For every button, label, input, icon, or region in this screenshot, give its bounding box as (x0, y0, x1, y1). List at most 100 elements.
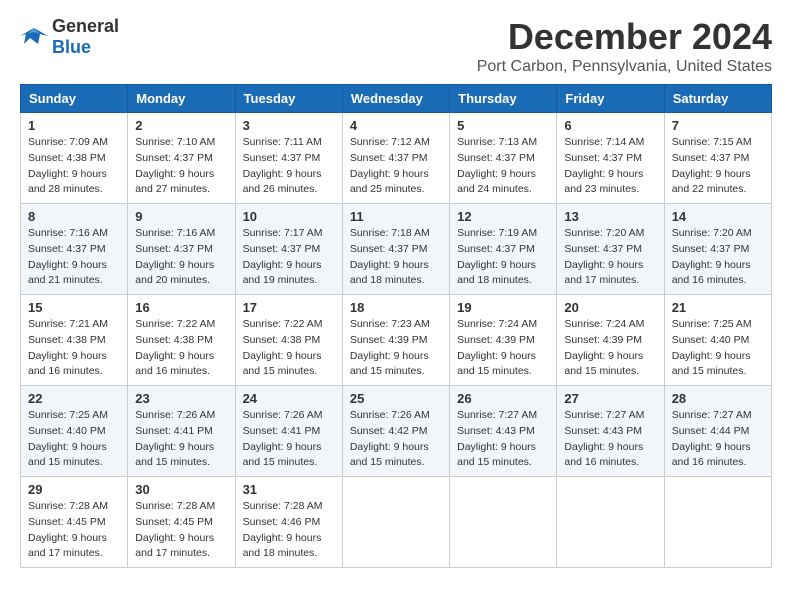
day-number: 23 (135, 391, 227, 406)
day-number: 5 (457, 118, 549, 133)
calendar-cell: 12 Sunrise: 7:19 AM Sunset: 4:37 PM Dayl… (450, 204, 557, 295)
day-number: 4 (350, 118, 442, 133)
calendar-cell: 17 Sunrise: 7:22 AM Sunset: 4:38 PM Dayl… (235, 295, 342, 386)
header: General Blue December 2024 Port Carbon, … (20, 16, 772, 76)
title-area: December 2024 Port Carbon, Pennsylvania,… (477, 16, 772, 76)
day-info: Sunrise: 7:23 AM Sunset: 4:39 PM Dayligh… (350, 317, 442, 380)
day-number: 24 (243, 391, 335, 406)
logo: General Blue (20, 16, 119, 58)
calendar-cell: 21 Sunrise: 7:25 AM Sunset: 4:40 PM Dayl… (664, 295, 771, 386)
calendar-table: SundayMondayTuesdayWednesdayThursdayFrid… (20, 84, 772, 568)
day-info: Sunrise: 7:27 AM Sunset: 4:44 PM Dayligh… (672, 408, 764, 471)
day-number: 3 (243, 118, 335, 133)
day-info: Sunrise: 7:28 AM Sunset: 4:45 PM Dayligh… (135, 499, 227, 562)
calendar-cell: 23 Sunrise: 7:26 AM Sunset: 4:41 PM Dayl… (128, 386, 235, 477)
day-number: 13 (564, 209, 656, 224)
calendar-cell (557, 477, 664, 568)
day-info: Sunrise: 7:28 AM Sunset: 4:46 PM Dayligh… (243, 499, 335, 562)
calendar-cell: 2 Sunrise: 7:10 AM Sunset: 4:37 PM Dayli… (128, 113, 235, 204)
day-number: 8 (28, 209, 120, 224)
day-number: 29 (28, 482, 120, 497)
day-info: Sunrise: 7:20 AM Sunset: 4:37 PM Dayligh… (564, 226, 656, 289)
calendar-cell: 30 Sunrise: 7:28 AM Sunset: 4:45 PM Dayl… (128, 477, 235, 568)
day-info: Sunrise: 7:25 AM Sunset: 4:40 PM Dayligh… (672, 317, 764, 380)
day-info: Sunrise: 7:17 AM Sunset: 4:37 PM Dayligh… (243, 226, 335, 289)
calendar-header-row: SundayMondayTuesdayWednesdayThursdayFrid… (21, 85, 772, 113)
calendar-cell: 20 Sunrise: 7:24 AM Sunset: 4:39 PM Dayl… (557, 295, 664, 386)
calendar-cell: 22 Sunrise: 7:25 AM Sunset: 4:40 PM Dayl… (21, 386, 128, 477)
main-title: December 2024 (477, 16, 772, 58)
calendar-cell: 10 Sunrise: 7:17 AM Sunset: 4:37 PM Dayl… (235, 204, 342, 295)
day-info: Sunrise: 7:22 AM Sunset: 4:38 PM Dayligh… (135, 317, 227, 380)
calendar-cell: 28 Sunrise: 7:27 AM Sunset: 4:44 PM Dayl… (664, 386, 771, 477)
calendar-cell (664, 477, 771, 568)
calendar-header-wednesday: Wednesday (342, 85, 449, 113)
calendar-cell: 1 Sunrise: 7:09 AM Sunset: 4:38 PM Dayli… (21, 113, 128, 204)
calendar-cell: 18 Sunrise: 7:23 AM Sunset: 4:39 PM Dayl… (342, 295, 449, 386)
calendar-week-row: 8 Sunrise: 7:16 AM Sunset: 4:37 PM Dayli… (21, 204, 772, 295)
day-number: 14 (672, 209, 764, 224)
subtitle: Port Carbon, Pennsylvania, United States (477, 58, 772, 76)
day-info: Sunrise: 7:24 AM Sunset: 4:39 PM Dayligh… (457, 317, 549, 380)
day-info: Sunrise: 7:25 AM Sunset: 4:40 PM Dayligh… (28, 408, 120, 471)
day-info: Sunrise: 7:09 AM Sunset: 4:38 PM Dayligh… (28, 135, 120, 198)
calendar-cell: 4 Sunrise: 7:12 AM Sunset: 4:37 PM Dayli… (342, 113, 449, 204)
day-number: 11 (350, 209, 442, 224)
day-number: 19 (457, 300, 549, 315)
day-info: Sunrise: 7:10 AM Sunset: 4:37 PM Dayligh… (135, 135, 227, 198)
day-info: Sunrise: 7:26 AM Sunset: 4:41 PM Dayligh… (243, 408, 335, 471)
day-number: 10 (243, 209, 335, 224)
calendar-header-monday: Monday (128, 85, 235, 113)
day-info: Sunrise: 7:18 AM Sunset: 4:37 PM Dayligh… (350, 226, 442, 289)
day-number: 15 (28, 300, 120, 315)
day-number: 31 (243, 482, 335, 497)
day-number: 21 (672, 300, 764, 315)
calendar-cell: 6 Sunrise: 7:14 AM Sunset: 4:37 PM Dayli… (557, 113, 664, 204)
day-info: Sunrise: 7:11 AM Sunset: 4:37 PM Dayligh… (243, 135, 335, 198)
calendar-header-tuesday: Tuesday (235, 85, 342, 113)
calendar-cell: 27 Sunrise: 7:27 AM Sunset: 4:43 PM Dayl… (557, 386, 664, 477)
day-number: 1 (28, 118, 120, 133)
day-number: 16 (135, 300, 227, 315)
calendar-cell: 7 Sunrise: 7:15 AM Sunset: 4:37 PM Dayli… (664, 113, 771, 204)
calendar-header-thursday: Thursday (450, 85, 557, 113)
day-info: Sunrise: 7:20 AM Sunset: 4:37 PM Dayligh… (672, 226, 764, 289)
day-info: Sunrise: 7:19 AM Sunset: 4:37 PM Dayligh… (457, 226, 549, 289)
calendar-cell: 15 Sunrise: 7:21 AM Sunset: 4:38 PM Dayl… (21, 295, 128, 386)
day-info: Sunrise: 7:26 AM Sunset: 4:42 PM Dayligh… (350, 408, 442, 471)
day-number: 12 (457, 209, 549, 224)
calendar-header-sunday: Sunday (21, 85, 128, 113)
day-info: Sunrise: 7:27 AM Sunset: 4:43 PM Dayligh… (457, 408, 549, 471)
day-number: 7 (672, 118, 764, 133)
calendar-cell: 5 Sunrise: 7:13 AM Sunset: 4:37 PM Dayli… (450, 113, 557, 204)
day-info: Sunrise: 7:15 AM Sunset: 4:37 PM Dayligh… (672, 135, 764, 198)
day-info: Sunrise: 7:21 AM Sunset: 4:38 PM Dayligh… (28, 317, 120, 380)
day-number: 6 (564, 118, 656, 133)
day-number: 20 (564, 300, 656, 315)
calendar-cell: 29 Sunrise: 7:28 AM Sunset: 4:45 PM Dayl… (21, 477, 128, 568)
day-info: Sunrise: 7:16 AM Sunset: 4:37 PM Dayligh… (28, 226, 120, 289)
day-info: Sunrise: 7:22 AM Sunset: 4:38 PM Dayligh… (243, 317, 335, 380)
calendar-cell: 14 Sunrise: 7:20 AM Sunset: 4:37 PM Dayl… (664, 204, 771, 295)
calendar-cell: 11 Sunrise: 7:18 AM Sunset: 4:37 PM Dayl… (342, 204, 449, 295)
calendar-week-row: 1 Sunrise: 7:09 AM Sunset: 4:38 PM Dayli… (21, 113, 772, 204)
day-number: 30 (135, 482, 227, 497)
calendar-week-row: 15 Sunrise: 7:21 AM Sunset: 4:38 PM Dayl… (21, 295, 772, 386)
logo-blue-text: Blue (52, 37, 91, 57)
calendar-week-row: 29 Sunrise: 7:28 AM Sunset: 4:45 PM Dayl… (21, 477, 772, 568)
day-info: Sunrise: 7:14 AM Sunset: 4:37 PM Dayligh… (564, 135, 656, 198)
calendar-cell: 26 Sunrise: 7:27 AM Sunset: 4:43 PM Dayl… (450, 386, 557, 477)
calendar-cell: 9 Sunrise: 7:16 AM Sunset: 4:37 PM Dayli… (128, 204, 235, 295)
calendar-cell: 13 Sunrise: 7:20 AM Sunset: 4:37 PM Dayl… (557, 204, 664, 295)
day-number: 2 (135, 118, 227, 133)
calendar-week-row: 22 Sunrise: 7:25 AM Sunset: 4:40 PM Dayl… (21, 386, 772, 477)
calendar-cell: 24 Sunrise: 7:26 AM Sunset: 4:41 PM Dayl… (235, 386, 342, 477)
calendar-cell: 16 Sunrise: 7:22 AM Sunset: 4:38 PM Dayl… (128, 295, 235, 386)
calendar-cell (450, 477, 557, 568)
calendar-cell: 8 Sunrise: 7:16 AM Sunset: 4:37 PM Dayli… (21, 204, 128, 295)
day-number: 26 (457, 391, 549, 406)
day-number: 28 (672, 391, 764, 406)
day-number: 18 (350, 300, 442, 315)
calendar-cell: 25 Sunrise: 7:26 AM Sunset: 4:42 PM Dayl… (342, 386, 449, 477)
day-number: 17 (243, 300, 335, 315)
